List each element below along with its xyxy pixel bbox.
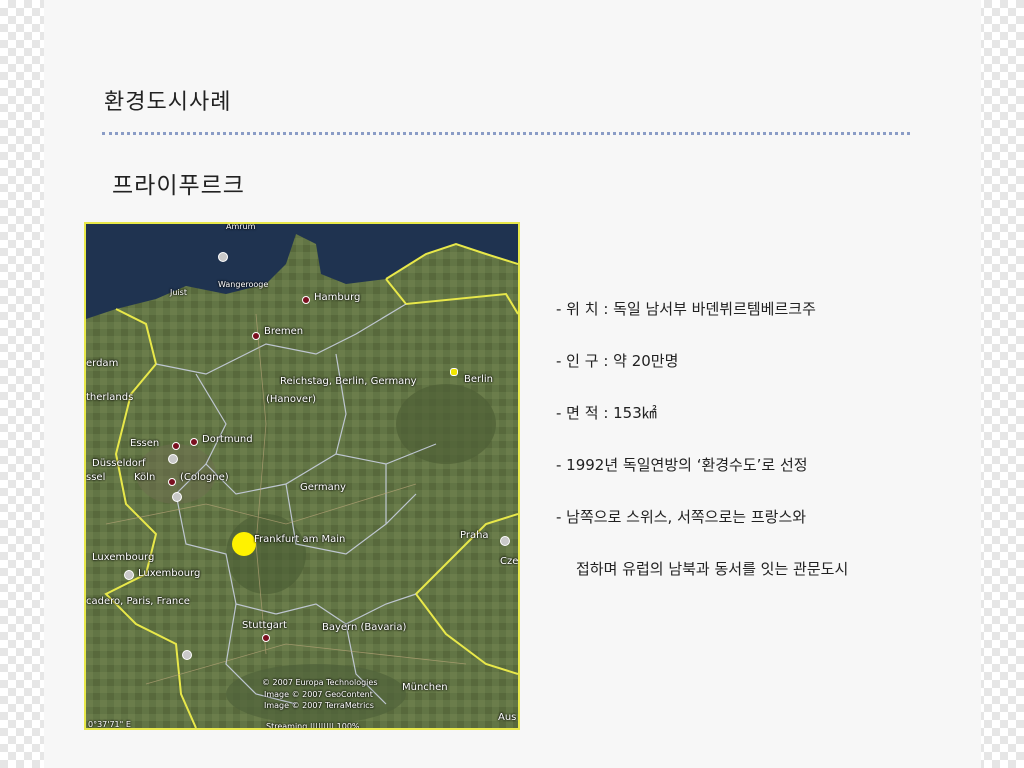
label-amrum: Amrum [226, 222, 256, 231]
label-wangerooge: Wangerooge [218, 280, 269, 289]
label-dusseldorf: Düsseldorf [92, 458, 146, 469]
bremen-pin [252, 332, 260, 340]
label-rotterdam: erdam [86, 358, 119, 369]
label-luxembourg-region: Luxembourg [92, 552, 155, 563]
label-germany: Germany [300, 482, 346, 493]
hamburg-pin [302, 296, 310, 304]
label-hanover: (Hanover) [266, 394, 317, 405]
info-gateway: 접하며 유럽의 남북과 동서를 잇는 관문도시 [576, 560, 849, 578]
label-essen: Essen [130, 438, 160, 449]
info-environment-capital: - 1992년 독일연방의 ‘환경수도’로 선정 [556, 456, 808, 474]
label-stuttgart: Stuttgart [242, 620, 287, 631]
dotted-divider [102, 132, 910, 135]
koln-pin [168, 478, 176, 486]
label-austria: Aus [498, 712, 517, 723]
germany-satellite-map: Amrum Wangerooge Juist Hamburg Bremen er… [84, 222, 520, 730]
info-location: - 위 치 : 독일 남서부 바덴뷔르템베르크주 [556, 300, 816, 318]
label-dortmund: Dortmund [202, 434, 253, 445]
label-netherlands: therlands [86, 392, 134, 403]
essen-pin [172, 442, 180, 450]
label-frankfurt: Frankfurt am Main [254, 534, 346, 545]
label-cologne: (Cologne) [180, 472, 229, 483]
info-borders: - 남쪽으로 스위스, 서쪽으로는 프랑스와 [556, 508, 807, 526]
info-area: - 면 적 : 153㎢ [556, 404, 657, 422]
label-bremen: Bremen [264, 326, 304, 337]
copyright-line-2: Image © 2007 GeoContent [264, 690, 373, 699]
streaming-status: Streaming ||||||||| 100% [266, 722, 360, 730]
info-population: - 인 구 : 약 20만명 [556, 352, 679, 370]
slide-title: 환경도시사례 [104, 90, 232, 115]
slide-subtitle: 프라이푸르크 [112, 173, 245, 199]
label-praha: Praha [460, 530, 489, 541]
label-paris: cadero, Paris, France [86, 596, 190, 607]
label-koln: Köln [134, 472, 156, 483]
label-munchen: München [402, 682, 448, 693]
label-bayern: Bayern (Bavaria) [322, 622, 407, 633]
coordinates-readout: 0°37'71" E [88, 720, 131, 729]
label-brussel: ssel [86, 472, 106, 483]
label-juist: Juist [170, 288, 187, 297]
freiburg-info-list: - 위 치 : 독일 남서부 바덴뷔르템베르크주 - 인 구 : 약 20만명 … [556, 298, 848, 610]
label-hamburg: Hamburg [314, 292, 361, 303]
stuttgart-pin [262, 634, 270, 642]
copyright-line-1: © 2007 Europa Technologies [262, 678, 378, 687]
label-czech: Cze [500, 556, 519, 567]
luxembourg-pin [124, 570, 134, 580]
freiburg-location-marker [232, 532, 256, 556]
basel-pin [182, 650, 192, 660]
dortmund-pin [190, 438, 198, 446]
label-luxembourg-city: Luxembourg [138, 568, 201, 579]
label-berlin: Berlin [464, 374, 494, 385]
wangerooge-pin [218, 252, 228, 262]
copyright-line-3: Image © 2007 TerraMetrics [264, 701, 374, 710]
praha-pin [500, 536, 510, 546]
berlin-pushpin-icon [450, 368, 458, 376]
label-reichstag: Reichstag, Berlin, Germany [280, 376, 417, 387]
dusseldorf-pin [168, 454, 178, 464]
cologne-pin [172, 492, 182, 502]
